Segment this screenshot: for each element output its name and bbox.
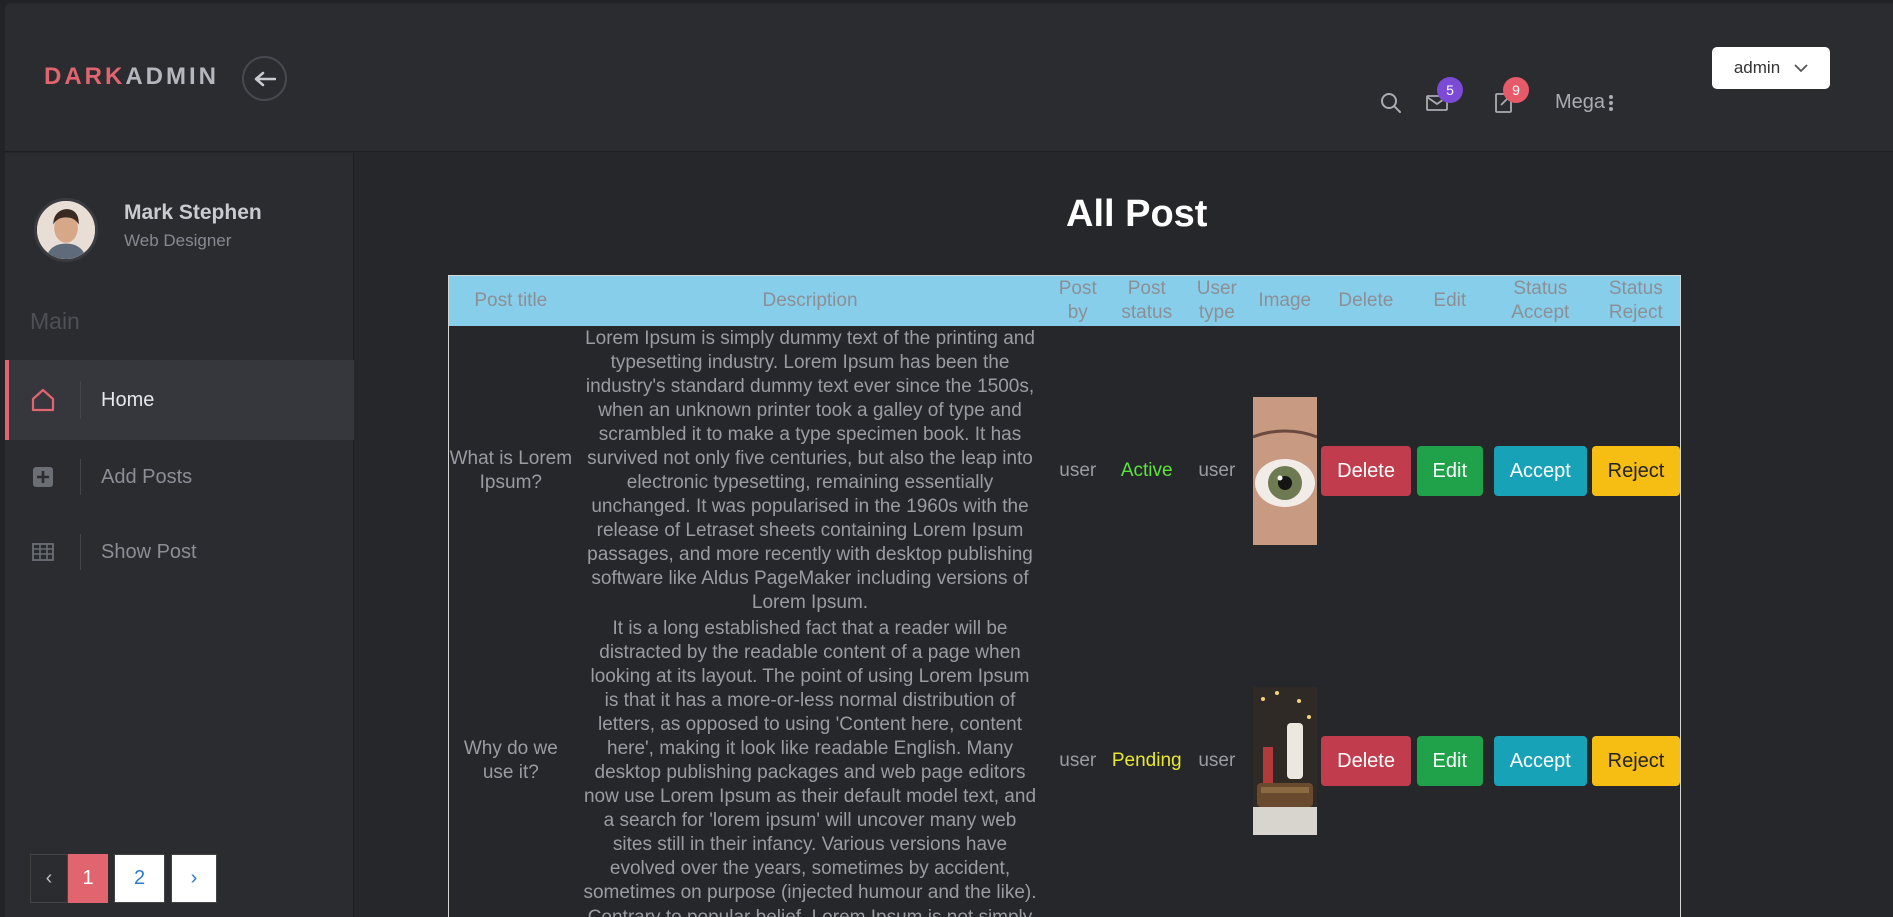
accept-button[interactable]: Accept: [1493, 736, 1587, 786]
nav-divider: [80, 534, 81, 570]
sidebar-item-label: Home: [101, 388, 155, 411]
table-row: What is Lorem Ipsum? Lorem Ipsum is simp…: [449, 326, 1680, 616]
admin-dropdown[interactable]: admin: [1712, 47, 1830, 89]
post-by-cell: user: [1059, 750, 1097, 771]
post-title-cell: [449, 906, 573, 917]
pagination-page-2[interactable]: 2: [114, 854, 165, 903]
column-header: Post title: [474, 290, 548, 311]
sidebar: Mark Stephen Web Designer Main Home Add …: [5, 153, 354, 917]
brand-logo-dark: DARK: [44, 63, 126, 90]
reject-button[interactable]: Reject: [1591, 736, 1680, 786]
sidebar-item-show-post[interactable]: Show Post: [5, 512, 354, 592]
column-header: Edit: [1433, 290, 1467, 311]
home-icon: [30, 387, 56, 413]
column-header: Status Accept: [1511, 278, 1570, 323]
brand-logo-admin: ADMIN: [125, 63, 219, 90]
sidebar-item-label: Show Post: [101, 540, 197, 563]
pagination-page-current[interactable]: 1: [68, 854, 108, 903]
delete-button[interactable]: Delete: [1321, 736, 1411, 786]
brand-logo[interactable]: DARKADMIN: [44, 63, 219, 91]
sidebar-item-add-posts[interactable]: Add Posts: [5, 437, 354, 517]
sidebar-item-home[interactable]: Home: [5, 360, 354, 440]
post-by-cell: user: [1059, 460, 1097, 481]
post-image-milk[interactable]: [1252, 687, 1317, 835]
post-image-cell: [1248, 326, 1321, 616]
post-title-cell: Why do we use it?: [463, 738, 558, 783]
mega-menu-button[interactable]: Mega: [1555, 91, 1614, 114]
more-vertical-icon: [1609, 94, 1614, 111]
table-icon: [30, 539, 56, 565]
admin-dropdown-label: admin: [1733, 58, 1781, 77]
post-image-cell: [1248, 616, 1321, 906]
user-type-cell: user: [1198, 750, 1236, 771]
reject-button[interactable]: Reject: [1591, 446, 1680, 496]
mega-menu-label: Mega: [1555, 91, 1606, 113]
accept-button[interactable]: Accept: [1493, 446, 1587, 496]
post-title-cell: What is Lorem Ipsum?: [449, 448, 573, 493]
chevron-down-icon: [1794, 63, 1808, 72]
post-description-cell: Lorem Ipsum is simply dummy text of the …: [585, 328, 1035, 613]
edit-button[interactable]: Edit: [1416, 446, 1483, 496]
column-header: Status Reject: [1608, 278, 1663, 323]
column-header: User type: [1196, 278, 1237, 323]
column-header: Post status: [1121, 278, 1173, 323]
delete-button[interactable]: Delete: [1321, 446, 1411, 496]
arrow-left-icon: [254, 71, 276, 86]
app-window: DARKADMIN 5 9 Mega admin Mark Stephen We…: [5, 3, 1893, 917]
nav-divider: [80, 382, 81, 418]
user-name: Mark Stephen: [124, 201, 262, 224]
nav-section-label: Main: [30, 308, 80, 334]
table-row: Why do we use it? It is a long establish…: [449, 616, 1680, 906]
table-row: Contrary to popular belief, Lorem Ipsum …: [449, 906, 1680, 917]
column-header: Post by: [1058, 278, 1097, 323]
top-header: DARKADMIN 5 9 Mega admin: [5, 3, 1893, 152]
post-image-eye[interactable]: [1252, 397, 1317, 545]
search-icon[interactable]: [1379, 91, 1403, 115]
post-description-cell: It is a long established fact that a rea…: [583, 618, 1037, 903]
column-header: Delete: [1338, 290, 1394, 311]
post-status-cell: Active: [1120, 460, 1173, 481]
page-title: All Post: [1066, 193, 1208, 235]
edit-button[interactable]: Edit: [1416, 736, 1483, 786]
mail-count-badge: 5: [1437, 77, 1463, 103]
post-status-cell: Pending: [1111, 750, 1182, 771]
pagination-prev-button[interactable]: ‹: [30, 854, 68, 903]
pagination: ‹ 1 2 ›: [30, 854, 217, 903]
avatar: [34, 198, 98, 262]
posts-table: Post title Description Post by Post stat…: [448, 275, 1681, 917]
plus-square-icon: [30, 464, 56, 490]
column-header: Image: [1258, 290, 1312, 311]
user-role: Web Designer: [124, 231, 232, 250]
post-description-cell: Contrary to popular belief, Lorem Ipsum …: [573, 906, 1048, 917]
notes-count-badge: 9: [1503, 77, 1529, 103]
nav-divider: [80, 459, 81, 495]
column-header: Description: [762, 290, 858, 311]
sidebar-item-label: Add Posts: [101, 465, 193, 488]
table-header-row: Post title Description Post by Post stat…: [449, 276, 1680, 326]
user-type-cell: user: [1198, 460, 1236, 481]
sidebar-toggle-button[interactable]: [242, 56, 287, 101]
pagination-next-button[interactable]: ›: [171, 854, 217, 903]
